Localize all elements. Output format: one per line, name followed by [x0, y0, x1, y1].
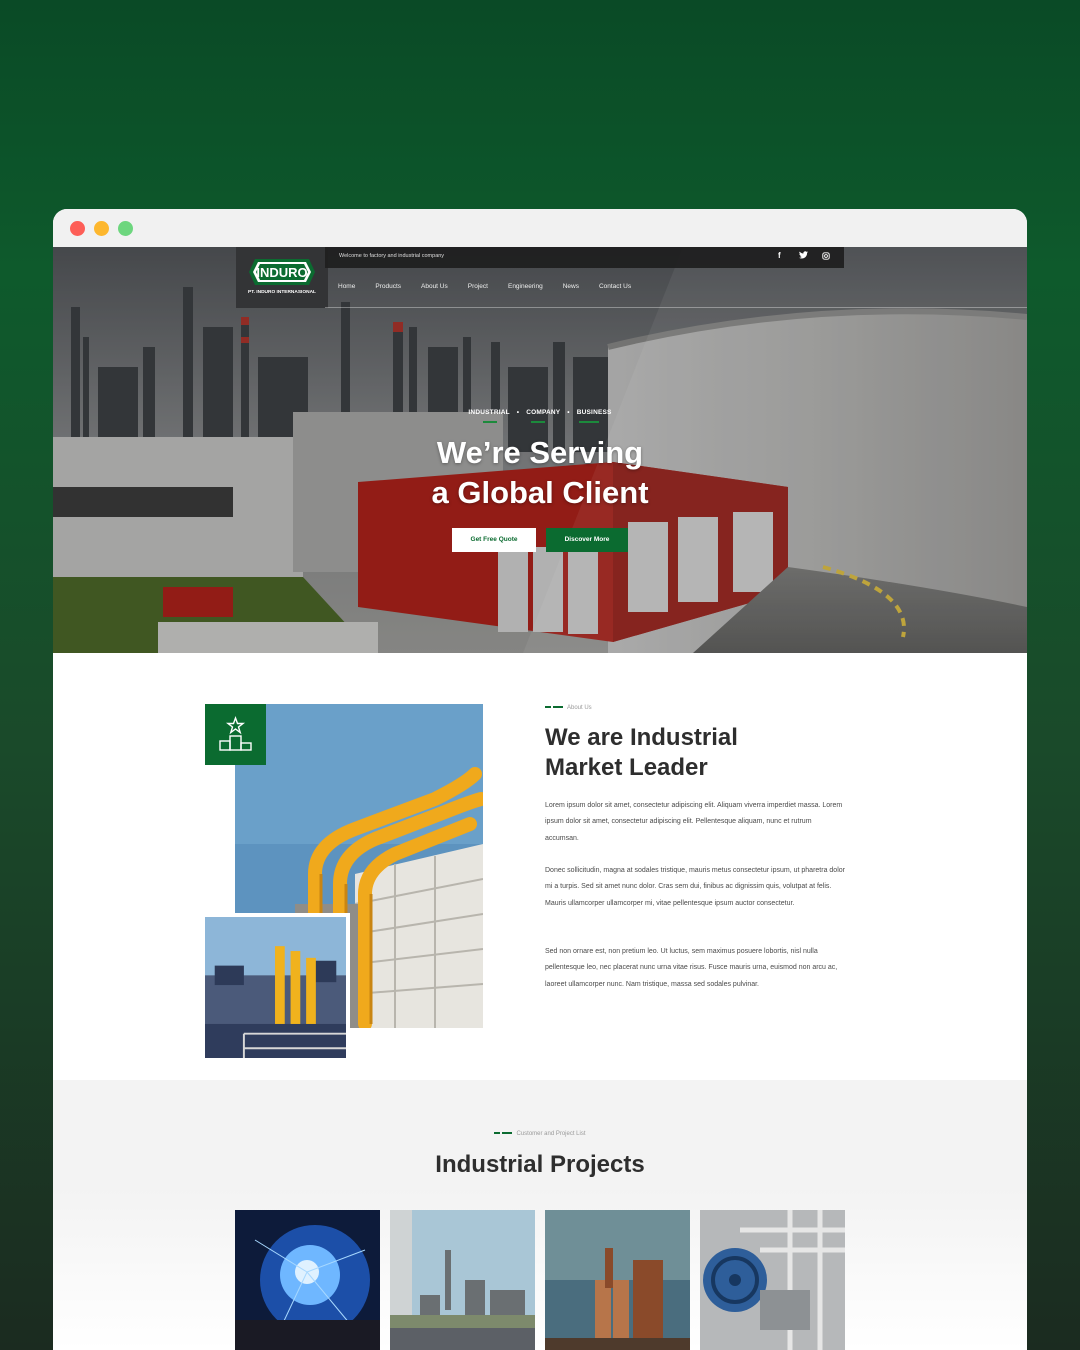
- nav-item-project[interactable]: Project: [468, 283, 488, 290]
- hero-title-line1: We’re Serving: [436, 435, 644, 470]
- hero-tagline: INDUSTRIAL • COMPANY • BUSINESS: [53, 409, 1027, 416]
- project-image: [390, 1210, 535, 1350]
- projects-kicker-text: Customer and Project List: [516, 1131, 586, 1137]
- nav-item-products[interactable]: Products: [375, 283, 401, 290]
- hero-title: We’re Serving a Global Client: [53, 433, 1027, 513]
- project-card-machinery[interactable]: [700, 1210, 845, 1350]
- about-paragraph-2: Donec sollicitudin, magna at sodales tri…: [545, 867, 845, 907]
- nav-divider: [325, 307, 1027, 308]
- tag-separator: •: [516, 409, 520, 416]
- project-card-welding[interactable]: [235, 1210, 380, 1350]
- kicker-dash: [545, 706, 563, 709]
- about-section: About Us We are Industrial Market Leader…: [53, 653, 1027, 1080]
- tag-industrial: INDUSTRIAL: [468, 409, 510, 416]
- project-image: [235, 1210, 380, 1350]
- hero-section: INDURO PT. INDURO INTERNASIONAL Welcome …: [53, 247, 1027, 653]
- close-window-button[interactable]: [70, 221, 85, 236]
- tag-underline: [579, 421, 599, 423]
- about-secondary-image: [205, 913, 350, 1058]
- about-kicker: About Us: [545, 705, 592, 711]
- instagram-icon[interactable]: [822, 252, 830, 262]
- tag-underline: [531, 421, 545, 423]
- nav-item-about[interactable]: About Us: [421, 283, 448, 290]
- svg-text:INDURO: INDURO: [256, 265, 307, 280]
- get-free-quote-button[interactable]: Get Free Quote: [452, 528, 536, 552]
- about-title-line2: Market Leader: [545, 754, 708, 781]
- minimize-window-button[interactable]: [94, 221, 109, 236]
- browser-window: INDURO PT. INDURO INTERNASIONAL Welcome …: [53, 209, 1027, 1350]
- project-card-silos[interactable]: [545, 1210, 690, 1350]
- nav-item-engineering[interactable]: Engineering: [508, 283, 543, 290]
- tag-company: COMPANY: [526, 409, 561, 416]
- about-title: We are Industrial Market Leader: [545, 723, 738, 783]
- company-name: PT. INDURO INTERNASIONAL: [248, 290, 316, 295]
- award-badge: [205, 704, 266, 765]
- nav-item-contact[interactable]: Contact Us: [599, 283, 631, 290]
- logo-block[interactable]: INDURO PT. INDURO INTERNASIONAL: [236, 247, 328, 308]
- project-card-refinery[interactable]: [390, 1210, 535, 1350]
- project-image: [700, 1210, 845, 1350]
- hero-title-line2: a Global Client: [431, 475, 649, 510]
- projects-section: Customer and Project List Industrial Pro…: [53, 1080, 1027, 1350]
- nav-item-news[interactable]: News: [563, 283, 579, 290]
- kicker-dash: [494, 1132, 513, 1135]
- browser-titlebar: [53, 209, 1027, 247]
- about-kicker-text: About Us: [567, 705, 592, 711]
- main-nav: Home Products About Us Project Engineeri…: [338, 283, 651, 290]
- podium-star-icon: [219, 715, 252, 751]
- twitter-icon[interactable]: [799, 251, 808, 261]
- nav-item-home[interactable]: Home: [338, 283, 355, 290]
- facebook-icon[interactable]: f: [778, 251, 781, 260]
- tag-separator: •: [567, 409, 570, 416]
- tag-underline: [483, 421, 497, 423]
- induro-logo: INDURO: [249, 259, 315, 285]
- projects-title: Industrial Projects: [435, 1151, 645, 1178]
- project-image: [545, 1210, 690, 1350]
- projects-kicker: Customer and Project List: [53, 1131, 1027, 1137]
- welcome-text: Welcome to factory and industrial compan…: [339, 253, 445, 259]
- about-paragraph-3: Sed non ornare est, non pretium leo. Ut …: [545, 948, 838, 988]
- about-paragraph-1: Lorem ipsum dolor sit amet, consectetur …: [545, 802, 843, 842]
- discover-more-button[interactable]: Discover More: [546, 528, 628, 552]
- tag-business: BUSINESS: [576, 409, 612, 416]
- about-title-line1: We are Industrial: [545, 724, 738, 751]
- top-info-bar: Welcome to factory and industrial compan…: [325, 247, 844, 268]
- maximize-window-button[interactable]: [118, 221, 133, 236]
